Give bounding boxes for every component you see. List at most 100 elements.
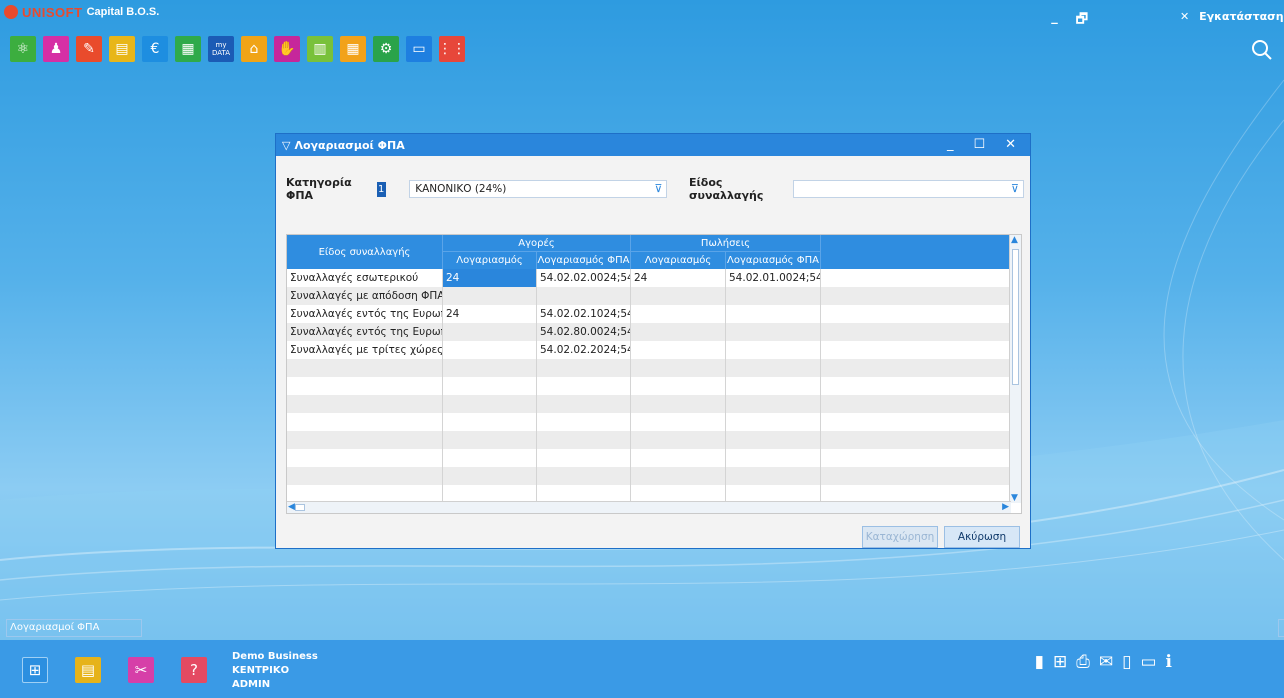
- chevron-down-icon[interactable]: ⊽: [1011, 182, 1019, 195]
- table-row[interactable]: Συναλλαγές εντός της Ευρωπαϊ 54.02.80.002…: [287, 323, 1011, 341]
- scroll-right-icon[interactable]: ▶: [1002, 502, 1009, 512]
- table-row[interactable]: Συναλλαγές εντός της Ευρωπαϊ 24 54.02.02.1…: [287, 305, 1011, 323]
- transaction-type-select[interactable]: ⊽: [793, 180, 1024, 198]
- cell-s-vat[interactable]: [726, 305, 821, 323]
- cell-p-vat[interactable]: [537, 431, 631, 449]
- stats-icon[interactable]: ▥: [307, 36, 333, 62]
- cancel-button[interactable]: Ακύρωση: [944, 526, 1020, 548]
- table-row[interactable]: [287, 377, 1011, 395]
- calendar-icon[interactable]: ▤: [75, 657, 101, 683]
- search-icon[interactable]: [1248, 36, 1276, 64]
- cell-s-acc[interactable]: [631, 449, 726, 467]
- cell-s-vat[interactable]: [726, 467, 821, 485]
- window-icon[interactable]: ▭: [1140, 652, 1156, 672]
- help-icon[interactable]: ?: [181, 657, 207, 683]
- cell-type[interactable]: [287, 359, 443, 377]
- euro-icon[interactable]: €: [142, 36, 168, 62]
- cell-type[interactable]: [287, 449, 443, 467]
- people-icon[interactable]: ♟: [43, 36, 69, 62]
- horizontal-scrollbar[interactable]: ◀ ▶: [287, 501, 1011, 513]
- mail-icon[interactable]: ✉: [1099, 652, 1113, 672]
- cell-p-acc[interactable]: [443, 395, 537, 413]
- restore-button[interactable]: 🗗: [1076, 10, 1088, 32]
- cell-p-acc[interactable]: [443, 323, 537, 341]
- cell-p-vat[interactable]: 54.02.02.2024;54.0.: [537, 341, 631, 359]
- cell-s-acc[interactable]: [631, 431, 726, 449]
- cell-s-acc[interactable]: [631, 305, 726, 323]
- cell-s-vat[interactable]: [726, 413, 821, 431]
- column-header-sales-vat-account[interactable]: Λογαριασμός ΦΠΑ: [726, 252, 821, 269]
- cell-p-vat[interactable]: 54.02.02.0024;54.0.: [537, 269, 631, 287]
- table-row[interactable]: [287, 413, 1011, 431]
- cell-p-acc[interactable]: [443, 287, 537, 305]
- ledger-icon[interactable]: ▦: [175, 36, 201, 62]
- cell-p-vat[interactable]: [537, 449, 631, 467]
- table-row[interactable]: Συναλλαγές με απόδοση ΦΠΑ κι: [287, 287, 1011, 305]
- calculator-icon[interactable]: ▦: [340, 36, 366, 62]
- cell-type[interactable]: Συναλλαγές με τρίτες χώρες: [287, 341, 443, 359]
- handshake-icon[interactable]: ✋: [274, 36, 300, 62]
- column-header-type[interactable]: Είδος συναλλαγής: [287, 235, 443, 269]
- tag-icon[interactable]: ✎: [76, 36, 102, 62]
- cell-p-vat[interactable]: [537, 395, 631, 413]
- open-window-tab[interactable]: Λογαριασμοί ΦΠΑ: [6, 619, 142, 637]
- cell-p-vat[interactable]: 54.02.02.1024;54.0.: [537, 305, 631, 323]
- scroll-left-icon[interactable]: ◀: [288, 502, 295, 512]
- cell-s-acc[interactable]: [631, 413, 726, 431]
- dialog-title-bar[interactable]: ▽ Λογαριασμοί ΦΠΑ: [276, 134, 1030, 156]
- table-row[interactable]: [287, 467, 1011, 485]
- cell-type[interactable]: [287, 413, 443, 431]
- cell-type[interactable]: Συναλλαγές με απόδοση ΦΠΑ κι: [287, 287, 443, 305]
- scroll-down-icon[interactable]: ▼: [1011, 493, 1018, 503]
- minimize-button[interactable]: _: [1051, 10, 1058, 32]
- cell-p-vat[interactable]: [537, 467, 631, 485]
- cell-p-acc[interactable]: 24: [443, 305, 537, 323]
- column-header-purchase-account[interactable]: Λογαριασμός: [443, 252, 537, 269]
- install-update-button[interactable]: ✕ Εγκατάσταση επιδιεξ: [1180, 10, 1284, 23]
- cell-s-vat[interactable]: [726, 341, 821, 359]
- cell-s-acc[interactable]: [631, 287, 726, 305]
- cell-s-vat[interactable]: [726, 377, 821, 395]
- grid-icon[interactable]: ⊞: [1053, 652, 1067, 672]
- table-row[interactable]: [287, 359, 1011, 377]
- vat-category-select[interactable]: ΚΑΝΟΝΙΚΟ (24%) ⊽: [409, 180, 668, 198]
- close-icon[interactable]: ✕: [1180, 10, 1189, 23]
- vat-category-code-input[interactable]: 1: [376, 181, 386, 197]
- printer-icon[interactable]: ⎙: [1076, 652, 1090, 672]
- table-row[interactable]: Συναλλαγές εσωτερικού2454.02.02.0024;54.…: [287, 269, 1011, 287]
- print-preview-icon[interactable]: ▮: [1035, 652, 1044, 672]
- window-icon[interactable]: ▭: [406, 36, 432, 62]
- vertical-scrollbar[interactable]: ▲ ▼: [1009, 235, 1021, 503]
- vertical-scroll-thumb[interactable]: [1012, 249, 1019, 385]
- cell-s-acc[interactable]: [631, 467, 726, 485]
- cell-s-vat[interactable]: [726, 395, 821, 413]
- table-row[interactable]: [287, 449, 1011, 467]
- cell-p-vat[interactable]: [537, 287, 631, 305]
- cell-type[interactable]: Συναλλαγές εντός της Ευρωπαϊ: [287, 323, 443, 341]
- cell-type[interactable]: [287, 431, 443, 449]
- cell-s-acc[interactable]: [631, 395, 726, 413]
- cell-s-vat[interactable]: [726, 449, 821, 467]
- cell-p-acc[interactable]: [443, 431, 537, 449]
- dashboard-icon[interactable]: ⊞: [22, 657, 48, 683]
- cell-type[interactable]: Συναλλαγές εντός της Ευρωπαϊ: [287, 305, 443, 323]
- horizontal-scroll-thumb[interactable]: [295, 504, 305, 511]
- cell-p-acc[interactable]: [443, 449, 537, 467]
- chevron-down-icon[interactable]: ▽: [282, 139, 290, 152]
- cell-p-vat[interactable]: [537, 359, 631, 377]
- column-header-purchase-vat-account[interactable]: Λογαριασμός ΦΠΑ: [537, 252, 631, 269]
- cell-p-vat[interactable]: [537, 377, 631, 395]
- cell-s-acc[interactable]: [631, 377, 726, 395]
- cell-s-vat[interactable]: [726, 287, 821, 305]
- dialog-maximize-button[interactable]: ☐: [973, 137, 985, 152]
- info-icon[interactable]: ℹ: [1166, 652, 1172, 672]
- cell-p-acc[interactable]: [443, 341, 537, 359]
- cell-type[interactable]: [287, 377, 443, 395]
- cell-s-vat[interactable]: [726, 323, 821, 341]
- cell-p-acc[interactable]: [443, 413, 537, 431]
- cell-s-acc[interactable]: [631, 359, 726, 377]
- table-row[interactable]: [287, 395, 1011, 413]
- cell-p-acc[interactable]: [443, 467, 537, 485]
- dialog-minimize-button[interactable]: _: [947, 137, 954, 152]
- cell-type[interactable]: Συναλλαγές εσωτερικού: [287, 269, 443, 287]
